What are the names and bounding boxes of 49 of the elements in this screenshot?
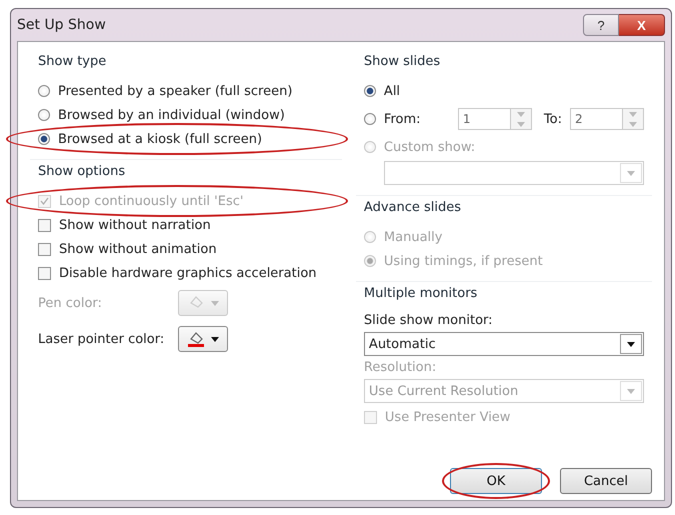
group-heading: Advance slides — [364, 200, 462, 215]
option-label: All — [384, 84, 400, 98]
paint-bucket-icon — [187, 331, 205, 347]
checkbox[interactable] — [38, 266, 51, 280]
checkbox[interactable] — [38, 218, 51, 232]
radio-button[interactable] — [38, 133, 50, 145]
spin-buttons[interactable] — [622, 108, 644, 130]
monitor-dropdown[interactable]: Automatic — [364, 332, 644, 356]
option-label: Disable hardware graphics acceleration — [59, 266, 317, 280]
group-heading: Multiple monitors — [364, 286, 478, 301]
field-label: Pen color: — [38, 296, 103, 310]
dialog-button[interactable]: OK — [450, 468, 542, 494]
option-label: Custom show: — [384, 140, 476, 154]
radio-button[interactable] — [364, 85, 376, 97]
option-label: Show without narration — [59, 218, 211, 232]
group-heading: Show slides — [364, 54, 442, 69]
dropdown-arrow-icon — [211, 336, 219, 342]
spin-field[interactable]: 2 — [570, 108, 622, 130]
option-label: Use Presenter View — [384, 410, 510, 424]
checkbox[interactable] — [38, 242, 51, 256]
group-heading: Show type — [38, 54, 108, 69]
radio-button[interactable] — [364, 113, 376, 125]
radio-button[interactable] — [38, 109, 50, 121]
dropdown-arrow-icon — [627, 170, 635, 176]
field-label: To: — [544, 112, 562, 126]
field-label: Laser pointer color: — [38, 332, 166, 346]
field-label: Resolution: — [364, 360, 438, 375]
group-heading: Show options — [38, 164, 126, 179]
option-label: Browsed by an individual (window) — [58, 108, 285, 122]
dropdown-arrow-icon — [627, 388, 635, 394]
color-picker[interactable] — [178, 326, 228, 352]
dropdown-arrow-icon — [627, 342, 635, 346]
option-label: Using timings, if present — [384, 254, 543, 268]
option-label: Manually — [384, 230, 442, 244]
dropdown-arrow-icon — [211, 300, 219, 306]
option-label: Browsed at a kiosk (full screen) — [58, 132, 262, 146]
option-label: Presented by a speaker (full screen) — [58, 84, 292, 98]
radio-button[interactable] — [38, 85, 50, 97]
option-label: From: — [384, 112, 422, 126]
field-label: Slide show monitor: — [364, 313, 494, 328]
spin-buttons[interactable] — [510, 108, 532, 130]
dialog-button[interactable]: Cancel — [560, 468, 652, 494]
checkmark-icon — [40, 197, 49, 205]
close-button[interactable]: X — [619, 14, 665, 36]
window-title: Set Up Show — [17, 17, 107, 33]
option-label: Loop continuously until 'Esc' — [59, 194, 244, 208]
help-button[interactable]: ? — [583, 14, 619, 36]
option-label: Show without animation — [59, 242, 217, 256]
spin-field[interactable]: 1 — [458, 108, 510, 130]
